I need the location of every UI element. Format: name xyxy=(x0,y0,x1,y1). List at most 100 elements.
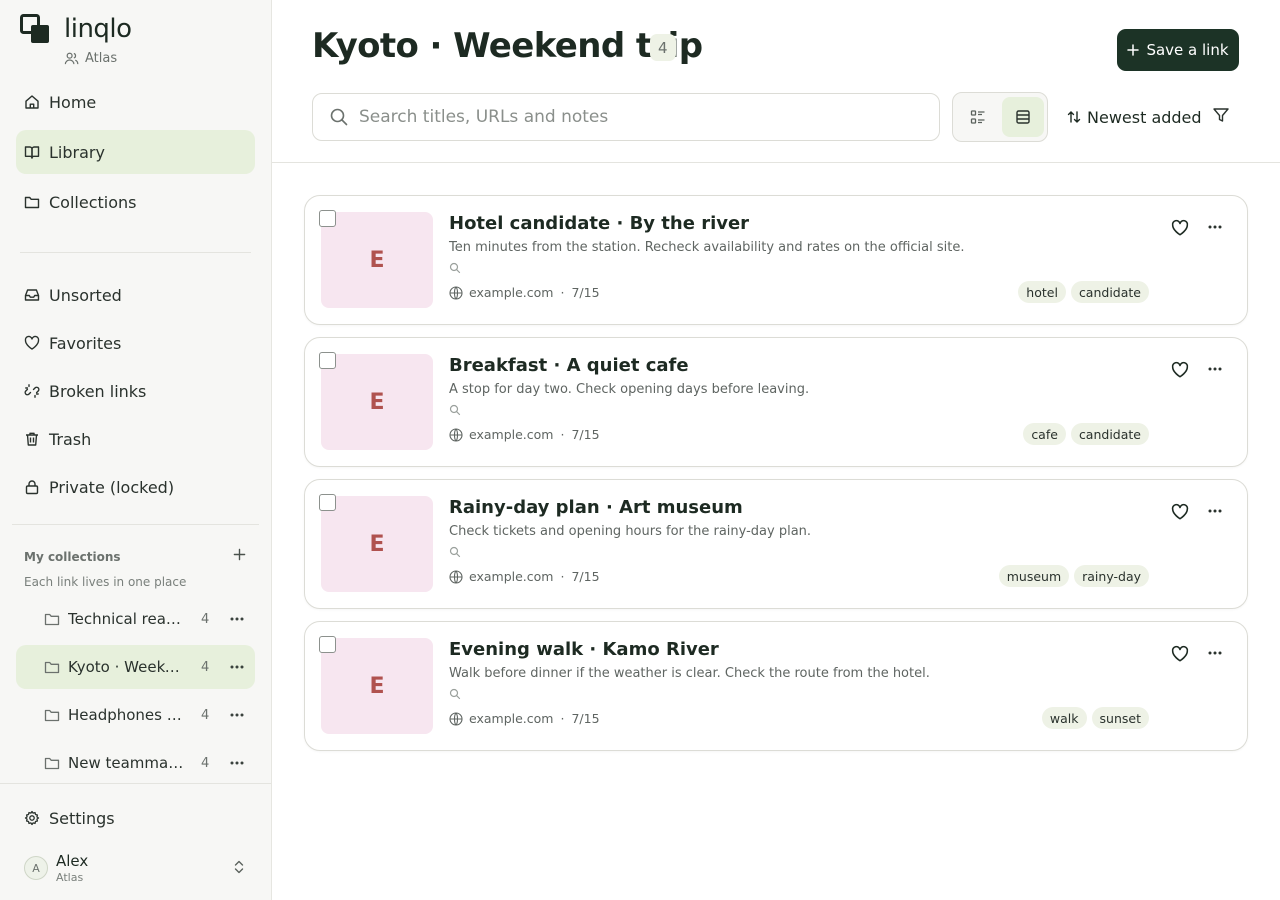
folder-icon xyxy=(44,611,60,627)
nav-settings[interactable]: Settings xyxy=(16,796,255,840)
favorite-button[interactable] xyxy=(1171,361,1189,379)
nav-trash[interactable]: Trash xyxy=(16,417,255,461)
link-title[interactable]: Rainy-day plan · Art museum xyxy=(449,497,743,518)
sort-icon xyxy=(1066,109,1087,125)
sort-button[interactable]: Newest added xyxy=(1066,104,1202,130)
broken-link-icon xyxy=(24,383,49,399)
collection-item[interactable]: Kyoto · Weekend trip 4 xyxy=(16,645,255,689)
nav-label: Private (locked) xyxy=(49,477,175,497)
collection-more-button[interactable] xyxy=(227,609,247,629)
select-checkbox[interactable] xyxy=(319,210,336,227)
linqlo-logo-icon xyxy=(20,14,50,44)
select-checkbox[interactable] xyxy=(319,636,336,653)
link-meta: example.com · 7/15 xyxy=(449,427,600,442)
collection-item[interactable]: New teammate onboarding 4 xyxy=(16,741,255,785)
collection-more-button[interactable] xyxy=(227,753,247,773)
save-link-button[interactable]: Save a link xyxy=(1117,29,1239,71)
add-collection-button[interactable] xyxy=(228,543,250,565)
favorite-button[interactable] xyxy=(1171,503,1189,521)
workspace-switcher[interactable]: Atlas xyxy=(64,51,117,66)
collection-item[interactable]: Technical reading list 4 xyxy=(16,597,255,641)
link-title[interactable]: Breakfast · A quiet cafe xyxy=(449,355,689,376)
search-input[interactable] xyxy=(359,107,899,127)
avatar[interactable]: A xyxy=(24,856,48,880)
tag-chip[interactable]: sunset xyxy=(1091,707,1149,729)
link-title[interactable]: Hotel candidate · By the river xyxy=(449,213,749,234)
nav-favorites[interactable]: Favorites xyxy=(16,321,255,365)
globe-icon xyxy=(449,427,463,442)
tag-list: hotel candidate xyxy=(1013,281,1149,303)
nav-unsorted[interactable]: Unsorted xyxy=(16,273,255,317)
collections-subtitle: Each link lives in one place xyxy=(24,575,187,589)
user-name: Alex xyxy=(56,852,89,870)
nav-library[interactable]: Library xyxy=(16,130,255,174)
collections-heading: My collections xyxy=(24,550,121,564)
link-meta: example.com · 7/15 xyxy=(449,711,600,726)
account-switcher-button[interactable] xyxy=(230,858,248,876)
link-description: Check tickets and opening hours for the … xyxy=(449,524,812,539)
tag-chip[interactable]: walk xyxy=(1041,707,1087,729)
search-icon xyxy=(449,688,461,700)
link-domain: example.com xyxy=(469,569,554,584)
tag-chip[interactable]: candidate xyxy=(1070,281,1149,303)
ellipsis-icon xyxy=(230,713,244,717)
view-compact-button[interactable] xyxy=(957,97,999,137)
link-title[interactable]: Evening walk · Kamo River xyxy=(449,639,719,660)
nav-broken-links[interactable]: Broken links xyxy=(16,369,255,413)
tag-list: walk sunset xyxy=(1037,707,1149,729)
select-checkbox[interactable] xyxy=(319,352,336,369)
link-description: A stop for day two. Check opening days b… xyxy=(449,382,810,397)
nav-label: Trash xyxy=(49,429,92,449)
folder-icon xyxy=(44,659,60,675)
tag-chip[interactable]: rainy-day xyxy=(1074,565,1149,587)
gear-icon xyxy=(24,810,49,826)
tag-chip[interactable]: cafe xyxy=(1023,423,1066,445)
link-card[interactable]: E Evening walk · Kamo River Walk before … xyxy=(304,621,1248,751)
link-card[interactable]: E Breakfast · A quiet cafe A stop for da… xyxy=(304,337,1248,467)
card-more-button[interactable] xyxy=(1205,219,1225,235)
brand[interactable]: linqlo xyxy=(20,14,132,44)
card-more-button[interactable] xyxy=(1205,503,1225,519)
sidebar-divider xyxy=(12,524,259,525)
view-cards-button[interactable] xyxy=(1002,97,1044,137)
nav-private-locked[interactable]: Private (locked) xyxy=(16,465,255,509)
lock-icon xyxy=(24,479,49,495)
tag-chip[interactable]: museum xyxy=(998,565,1070,587)
link-thumbnail: E xyxy=(321,212,433,308)
sidebar: linqlo Atlas Home Library Collections Un… xyxy=(0,0,272,900)
link-description: Walk before dinner if the weather is cle… xyxy=(449,666,930,681)
favorite-button[interactable] xyxy=(1171,219,1189,237)
card-more-button[interactable] xyxy=(1205,645,1225,661)
trash-icon xyxy=(24,431,49,447)
link-date: 7/15 xyxy=(571,711,600,726)
filter-button[interactable] xyxy=(1212,106,1230,124)
save-link-label: Save a link xyxy=(1146,41,1229,59)
link-thumbnail: E xyxy=(321,638,433,734)
ellipsis-icon xyxy=(1208,509,1222,513)
nav-home[interactable]: Home xyxy=(16,80,255,124)
nav-label: Library xyxy=(49,142,105,162)
ellipsis-icon xyxy=(1208,651,1222,655)
nav-label: Broken links xyxy=(49,381,147,401)
collection-more-button[interactable] xyxy=(227,657,247,677)
select-checkbox[interactable] xyxy=(319,494,336,511)
link-card[interactable]: E Rainy-day plan · Art museum Check tick… xyxy=(304,479,1248,609)
tag-chip[interactable]: candidate xyxy=(1070,423,1149,445)
meta-separator: · xyxy=(560,711,565,726)
brand-name: linqlo xyxy=(64,14,132,44)
search-box[interactable] xyxy=(312,93,940,141)
card-more-button[interactable] xyxy=(1205,361,1225,377)
collection-more-button[interactable] xyxy=(227,705,247,725)
heart-icon xyxy=(1171,361,1189,378)
link-thumbnail: E xyxy=(321,496,433,592)
meta-separator: · xyxy=(560,427,565,442)
header-divider xyxy=(272,162,1280,163)
favorite-button[interactable] xyxy=(1171,645,1189,663)
collection-item[interactable]: Headphones · Comparison 4 xyxy=(16,693,255,737)
heart-icon xyxy=(1171,645,1189,662)
workspace-name: Atlas xyxy=(85,51,118,66)
nav-collections[interactable]: Collections xyxy=(16,180,255,224)
tag-chip[interactable]: hotel xyxy=(1018,281,1066,303)
link-card[interactable]: E Hotel candidate · By the river Ten min… xyxy=(304,195,1248,325)
heart-icon xyxy=(1171,503,1189,520)
